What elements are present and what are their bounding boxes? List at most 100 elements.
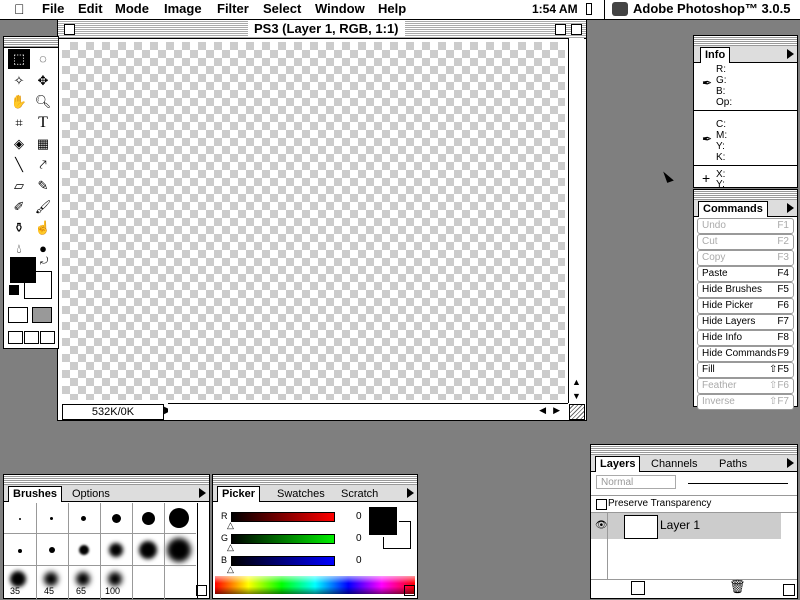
airbrush-tool-icon[interactable]: ✐	[8, 197, 30, 217]
opacity-slider[interactable]	[688, 483, 788, 484]
pencil-tool-icon[interactable]: ✎	[32, 176, 54, 196]
command-button[interactable]: Feather ⇧F6	[697, 378, 794, 394]
vertical-scrollbar[interactable]: ▲ ▼	[568, 38, 584, 403]
command-button[interactable]: Hide Commands F9	[697, 346, 794, 362]
image-canvas[interactable]	[62, 42, 565, 400]
brush-tip[interactable]	[109, 543, 123, 557]
brush-tip[interactable]	[112, 514, 121, 523]
tab-commands[interactable]: Commands	[698, 201, 768, 217]
menu-window[interactable]: Window	[315, 1, 365, 16]
menu-edit[interactable]: Edit	[78, 1, 103, 16]
brush-tip[interactable]	[76, 572, 90, 586]
gradient-tool-icon[interactable]: ▦	[32, 134, 54, 154]
zoom-tool-icon[interactable]: 🔍︎	[32, 92, 54, 112]
tab-options[interactable]: Options	[68, 487, 114, 501]
tab-info[interactable]: Info	[700, 47, 731, 63]
menu-file[interactable]: File	[42, 1, 64, 16]
tab-channels[interactable]: Channels	[647, 457, 701, 471]
layers-palette-menu-icon[interactable]	[787, 458, 794, 468]
info-palette-menu-icon[interactable]	[787, 49, 794, 59]
brush-tip[interactable]	[139, 541, 157, 559]
tab-brushes[interactable]: Brushes	[8, 486, 63, 502]
brush-tip[interactable]	[81, 516, 86, 521]
default-colors-icon[interactable]	[9, 285, 19, 295]
photoshop-eye-icon[interactable]	[612, 2, 628, 16]
brush-tip[interactable]	[19, 518, 21, 520]
menu-filter[interactable]: Filter	[217, 1, 249, 16]
standard-mode-icon[interactable]	[8, 307, 28, 323]
layer-name[interactable]: Layer 1	[660, 518, 700, 532]
scroll-down-arrow-icon[interactable]: ▼	[572, 391, 581, 401]
marquee-tool-icon[interactable]: ⬚	[8, 49, 30, 69]
toolbox-title-bar[interactable]	[4, 37, 58, 48]
blend-mode-select[interactable]: Normal	[596, 475, 676, 489]
magic-wand-tool-icon[interactable]: ✧	[8, 71, 30, 91]
picker-palette-menu-icon[interactable]	[407, 488, 414, 498]
tab-scratch[interactable]: Scratch	[337, 487, 382, 501]
blue-value[interactable]: 0	[356, 555, 362, 566]
brush-tip[interactable]	[167, 538, 191, 562]
apple-menu-icon[interactable]: 	[14, 1, 25, 17]
brush-tip[interactable]	[142, 512, 155, 525]
blur-tool-icon[interactable]: 💧︎	[8, 239, 30, 259]
brushes-palette-menu-icon[interactable]	[199, 488, 206, 498]
quick-mask-mode-icon[interactable]	[32, 307, 52, 323]
zoom-box-icon[interactable]	[555, 24, 566, 35]
menu-mode[interactable]: Mode	[115, 1, 149, 16]
brush-tip[interactable]	[108, 572, 122, 586]
command-button[interactable]: Paste F4	[697, 266, 794, 282]
command-button[interactable]: Hide Brushes F5	[697, 282, 794, 298]
red-slider-thumb-icon[interactable]: △	[227, 520, 234, 531]
move-tool-icon[interactable]: ✥	[32, 71, 54, 91]
horizontal-scrollbar[interactable]: ◀ ▶	[168, 403, 568, 419]
picker-resize-icon[interactable]	[404, 585, 415, 596]
tab-picker[interactable]: Picker	[217, 486, 261, 502]
document-size-indicator[interactable]: 532K/0K	[62, 404, 164, 420]
blue-slider[interactable]	[231, 556, 335, 566]
paintbrush-tool-icon[interactable]: 🖌︎	[32, 197, 54, 217]
green-slider-thumb-icon[interactable]: △	[227, 542, 234, 553]
brush-tip[interactable]	[44, 572, 58, 586]
brush-tip[interactable]	[169, 508, 189, 528]
resize-grip-icon[interactable]	[569, 404, 585, 420]
paint-bucket-tool-icon[interactable]: ◈	[8, 134, 30, 154]
eyedropper-tool-icon[interactable]: ⤤	[32, 155, 54, 175]
tab-layers[interactable]: Layers	[595, 456, 641, 472]
brush-tip[interactable]	[10, 571, 26, 587]
tab-swatches[interactable]: Swatches	[273, 487, 329, 501]
full-screen-mode-icon[interactable]	[40, 331, 55, 344]
smudge-tool-icon[interactable]: ☝	[32, 218, 54, 238]
command-button[interactable]: Hide Picker F6	[697, 298, 794, 314]
brush-tip[interactable]	[49, 547, 55, 553]
scroll-right-arrow-icon[interactable]: ▶	[553, 405, 560, 416]
commands-palette-menu-icon[interactable]	[787, 203, 794, 213]
line-tool-icon[interactable]: ╲	[8, 155, 30, 175]
menu-help[interactable]: Help	[378, 1, 406, 16]
brushes-resize-icon[interactable]	[196, 585, 207, 596]
scroll-left-arrow-icon[interactable]: ◀	[539, 405, 546, 416]
command-button[interactable]: Hide Info F8	[697, 330, 794, 346]
close-box-icon[interactable]	[64, 24, 75, 35]
command-button[interactable]: Cut F2	[697, 234, 794, 250]
command-button[interactable]: Inverse ⇧F7	[697, 394, 794, 410]
green-value[interactable]: 0	[356, 533, 362, 544]
command-button[interactable]: Undo F1	[697, 218, 794, 234]
blue-slider-thumb-icon[interactable]: △	[227, 564, 234, 575]
full-screen-menu-mode-icon[interactable]	[24, 331, 39, 344]
lasso-tool-icon[interactable]: ◌	[32, 49, 54, 69]
swap-colors-icon[interactable]: ⤾	[40, 256, 48, 267]
command-button[interactable]: Hide Layers F7	[697, 314, 794, 330]
hand-tool-icon[interactable]: ✋	[8, 92, 30, 112]
menu-image[interactable]: Image	[164, 1, 202, 16]
type-tool-icon[interactable]: T	[32, 113, 54, 133]
rubber-stamp-tool-icon[interactable]: ⚱	[8, 218, 30, 238]
new-layer-icon[interactable]	[631, 581, 645, 595]
command-button[interactable]: Fill ⇧F5	[697, 362, 794, 378]
tab-paths[interactable]: Paths	[715, 457, 751, 471]
trash-icon[interactable]: 🗑︎	[729, 579, 746, 595]
eye-visibility-icon[interactable]: 👁︎	[595, 520, 608, 531]
color-ramp-bar[interactable]	[215, 576, 415, 594]
brush-tip[interactable]	[79, 545, 89, 555]
red-value[interactable]: 0	[356, 511, 362, 522]
layer-thumbnail[interactable]	[624, 515, 658, 539]
